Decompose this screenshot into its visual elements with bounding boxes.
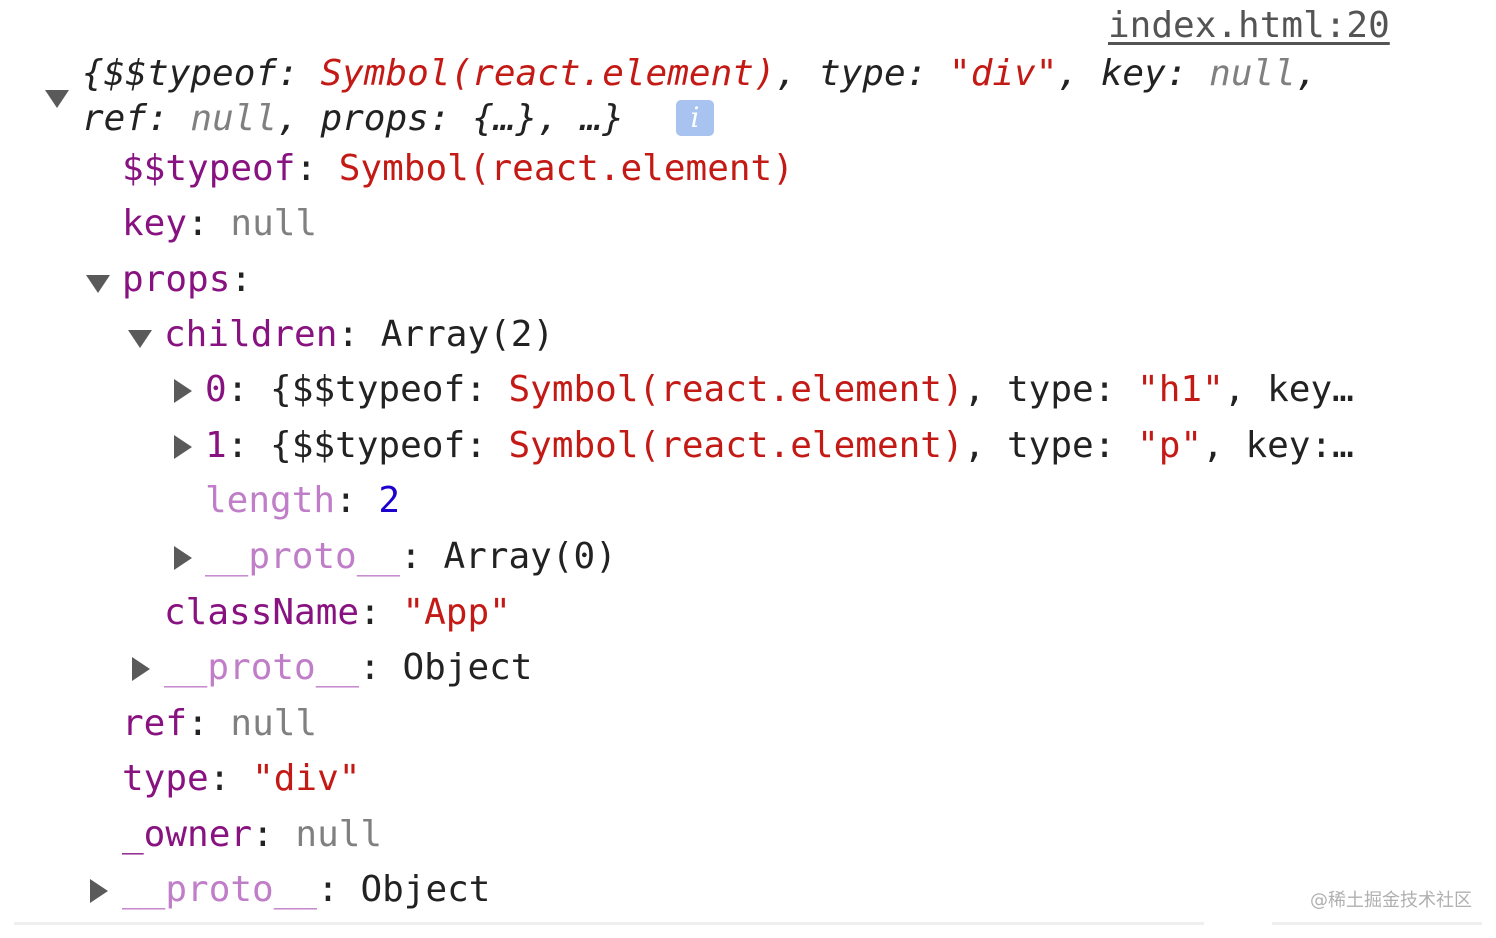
props-proto-expand-arrow-icon[interactable] (132, 657, 150, 681)
summary-key-value: null (1209, 53, 1296, 94)
prop-value: 2 (378, 480, 401, 521)
summary-ref-value: null (190, 98, 278, 139)
expand-arrow-down-icon[interactable] (45, 90, 69, 108)
prop-value: Object (402, 647, 533, 688)
source-link[interactable]: index.html:20 (1108, 8, 1390, 44)
prop-typeof: $$typeof: Symbol(react.element) (122, 148, 794, 189)
prop-key: props (122, 259, 231, 300)
prop-value: Symbol(react.element) (338, 148, 794, 189)
summary-props-value: {…} (472, 98, 538, 139)
prop-children[interactable]: children: Array(2) (164, 317, 554, 353)
summary-colon: : (905, 53, 950, 94)
summary-trailing-comma: , (1295, 53, 1318, 94)
child-index: 0 (205, 369, 227, 410)
children-length: length: 2 (205, 480, 401, 521)
prop-value: null (230, 703, 318, 744)
children-proto-expand-arrow-icon[interactable] (174, 546, 192, 570)
prop-value: Object (360, 869, 491, 910)
child-index: 1 (205, 425, 227, 466)
prop-key: __proto__ (164, 647, 360, 688)
summary-colon: : (277, 53, 321, 94)
child-0-expand-arrow-icon[interactable] (174, 379, 192, 403)
prop-key: children (164, 314, 338, 355)
child-item-0[interactable]: 0: {$$typeof: Symbol(react.element), typ… (205, 372, 1354, 408)
info-icon[interactable]: i (676, 100, 714, 136)
object-summary-line2[interactable]: ref: null, props: {…}, …} (82, 101, 624, 137)
prop-key: __proto__ (205, 536, 401, 577)
prop-key: key (122, 203, 188, 244)
prop-value: Array(0) (443, 536, 617, 577)
prop-key: _owner (122, 814, 253, 855)
prop-key: type (122, 758, 209, 799)
children-expand-arrow-icon[interactable] (128, 330, 152, 348)
summary-sep: , (775, 53, 819, 94)
summary-ref-key: ref (82, 98, 148, 139)
prop-key: $$typeof (122, 148, 296, 189)
prop-value: "div" (252, 758, 361, 799)
children-proto[interactable]: __proto__: Array(0) (205, 539, 617, 575)
summary-colon: : (1165, 53, 1210, 94)
prop-key-row: key: null (122, 203, 318, 244)
prop-value: null (230, 203, 318, 244)
prop-key: className (164, 592, 360, 633)
child-1-expand-arrow-icon[interactable] (174, 435, 192, 459)
summary-sep: , (1057, 53, 1101, 94)
summary-type-value: "div" (949, 53, 1058, 94)
summary-open-brace: { (82, 53, 104, 94)
summary-sep: , (537, 98, 581, 139)
summary-sep: , (277, 98, 321, 139)
props-expand-arrow-icon[interactable] (86, 275, 110, 293)
root-proto-expand-arrow-icon[interactable] (90, 879, 108, 903)
summary-typeof-value: Symbol(react.element) (320, 53, 776, 94)
root-proto[interactable]: __proto__: Object (122, 872, 490, 908)
watermark: @稀土掘金技术社区 (1310, 890, 1472, 911)
prop-key: length (205, 480, 336, 521)
summary-typeof-key: $$typeof (103, 53, 278, 94)
child-item-1[interactable]: 1: {$$typeof: Symbol(react.element), typ… (205, 428, 1354, 464)
prop-owner: _owner: null (122, 814, 383, 855)
prop-type: type: "div" (122, 758, 361, 799)
object-summary-line1[interactable]: {$$typeof: Symbol(react.element), type: … (82, 56, 1318, 92)
prop-props[interactable]: props: (122, 262, 252, 298)
prop-key: __proto__ (122, 869, 318, 910)
summary-colon: : (147, 98, 191, 139)
prop-value: "App" (402, 592, 511, 633)
prop-value: null (295, 814, 383, 855)
summary-more: …} (580, 98, 624, 139)
summary-colon: : (428, 98, 473, 139)
bottom-divider-right (1272, 922, 1482, 925)
prop-classname: className: "App" (164, 592, 511, 633)
prop-key: ref (122, 703, 188, 744)
summary-type-key: type (818, 53, 906, 94)
summary-key-key: key (1100, 53, 1166, 94)
prop-ref: ref: null (122, 703, 318, 744)
bottom-divider (14, 922, 1204, 925)
props-proto[interactable]: __proto__: Object (164, 650, 532, 686)
summary-props-key: props (320, 98, 429, 139)
prop-value: Array(2) (380, 314, 555, 355)
